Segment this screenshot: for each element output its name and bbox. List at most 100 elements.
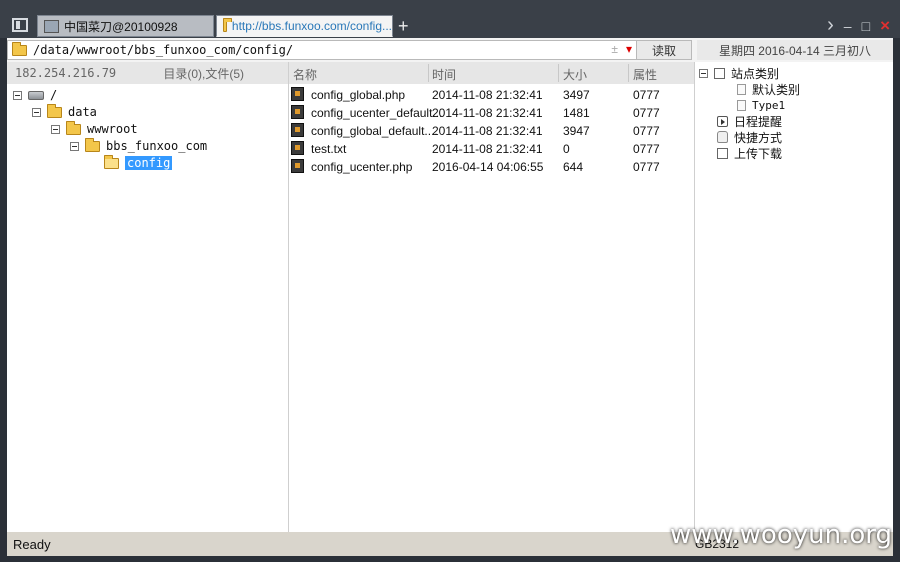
tree-node-default-category[interactable]: 默认类别 xyxy=(737,81,800,97)
address-path[interactable]: /data/wwwroot/bbs_funxoo_com/config/ xyxy=(33,43,293,57)
tree-node-label: 默认类别 xyxy=(752,82,801,97)
file-row[interactable]: config_ucenter.php 2016-04-14 04:06:55 6… xyxy=(289,158,694,176)
tree-node-type1[interactable]: Type1 xyxy=(737,97,785,113)
column-separator[interactable] xyxy=(558,64,559,82)
hand-icon xyxy=(717,131,728,143)
tree-node-wwwroot[interactable]: wwwroot xyxy=(51,120,138,137)
column-separator[interactable] xyxy=(628,64,629,82)
file-time: 2016-04-14 04:06:55 xyxy=(432,160,544,174)
column-separator[interactable] xyxy=(428,64,429,82)
tab-config-label: http://bbs.funxoo.com/config... xyxy=(231,19,392,33)
tree-node-bbs-funxoo-com[interactable]: bbs_funxoo_com xyxy=(70,137,208,154)
chevron-right-icon[interactable]: › xyxy=(827,14,834,37)
directory-tree-pane: 182.254.216.79 目录(0),文件(5) / data wwwroo… xyxy=(7,62,289,532)
folder-icon xyxy=(223,17,232,32)
dir-file-counts: 目录(0),文件(5) xyxy=(163,66,244,81)
watermark: www.wooyun.org xyxy=(669,520,892,550)
folder-icon xyxy=(47,103,62,118)
checkbox-icon[interactable] xyxy=(714,67,725,79)
file-list-header: 名称 时间 大小 属性 xyxy=(289,62,694,84)
file-name: config_global_default.... xyxy=(311,124,438,138)
schedule-icon xyxy=(717,115,728,127)
file-attr: 0777 xyxy=(633,124,660,138)
column-name[interactable]: 名称 xyxy=(293,66,317,83)
tree-node-root[interactable]: / xyxy=(13,87,57,103)
file-size: 3497 xyxy=(563,88,590,102)
tree-node-label: bbs_funxoo_com xyxy=(106,139,208,153)
document-icon xyxy=(737,83,746,95)
file-name: config_ucenter_default... xyxy=(311,106,443,120)
tree-node-config[interactable]: config xyxy=(104,154,173,171)
collapse-icon[interactable] xyxy=(13,90,22,100)
tab-config[interactable]: http://bbs.funxoo.com/config... xyxy=(216,15,393,37)
tree-node-shortcuts[interactable]: 快捷方式 xyxy=(717,129,782,145)
site-tree-pane: 站点类别 默认类别 Type1 日程提醒 快捷方式 上传下载 xyxy=(695,62,893,532)
column-time[interactable]: 时间 xyxy=(432,66,456,83)
tree-node-schedule[interactable]: 日程提醒 xyxy=(717,113,782,129)
tree-node-label: 站点类别 xyxy=(731,66,780,81)
tree-node-label: 上传下载 xyxy=(734,146,783,161)
file-size: 0 xyxy=(563,142,570,156)
tree-node-label: wwwroot xyxy=(87,122,138,136)
file-name: config_global.php xyxy=(311,88,406,102)
maximize-button[interactable]: □ xyxy=(862,18,870,34)
file-row[interactable]: test.txt 2014-11-08 21:32:41 0 0777 xyxy=(289,140,694,158)
file-row[interactable]: config_ucenter_default... 2014-11-08 21:… xyxy=(289,104,694,122)
text-file-icon xyxy=(291,141,304,155)
tree-node-label: Type1 xyxy=(752,98,786,112)
minimize-button[interactable]: – xyxy=(844,18,852,34)
php-file-icon xyxy=(291,159,304,173)
tab-home[interactable]: 中国菜刀@20100928 xyxy=(37,15,214,37)
tree-node-label: 快捷方式 xyxy=(734,130,783,145)
folder-icon xyxy=(12,41,27,56)
tree-node-label: / xyxy=(50,88,58,102)
file-time: 2014-11-08 21:32:41 xyxy=(432,142,543,156)
address-bar[interactable]: /data/wwwroot/bbs_funxoo_com/config/ ± ▾ xyxy=(7,40,637,60)
tree-node-data[interactable]: data xyxy=(32,103,97,120)
folder-icon xyxy=(66,120,81,135)
column-attr[interactable]: 属性 xyxy=(633,66,657,83)
tree-node-site-category[interactable]: 站点类别 xyxy=(699,65,779,81)
file-name: test.txt xyxy=(311,142,347,156)
folder-icon xyxy=(85,137,100,152)
file-time: 2014-11-08 21:32:41 xyxy=(432,106,543,120)
php-file-icon xyxy=(291,87,304,101)
collapse-icon[interactable] xyxy=(32,107,41,117)
client-area: /data/wwwroot/bbs_funxoo_com/config/ ± ▾… xyxy=(7,38,893,556)
chevron-down-icon[interactable]: ▾ xyxy=(626,42,632,56)
column-size[interactable]: 大小 xyxy=(563,66,587,83)
file-list-pane: 名称 时间 大小 属性 config_global.php 2014-11-08… xyxy=(289,62,695,532)
collapse-icon[interactable] xyxy=(699,68,708,78)
open-folder-icon xyxy=(104,154,119,169)
file-time: 2014-11-08 21:32:41 xyxy=(432,88,543,102)
file-size: 1481 xyxy=(563,106,590,120)
file-name: config_ucenter.php xyxy=(311,160,413,174)
collapse-icon[interactable] xyxy=(70,141,79,151)
close-button[interactable]: × xyxy=(880,16,890,36)
new-tab-button[interactable]: + xyxy=(398,16,409,37)
tab-page-icon xyxy=(44,19,59,33)
drive-icon xyxy=(28,90,44,100)
file-time: 2014-11-08 21:32:41 xyxy=(432,124,543,138)
app-menu-icon[interactable] xyxy=(12,18,28,32)
file-attr: 0777 xyxy=(633,106,660,120)
tree-header: 182.254.216.79 目录(0),文件(5) xyxy=(7,62,288,84)
file-row[interactable]: config_global_default.... 2014-11-08 21:… xyxy=(289,122,694,140)
title-bar: 中国菜刀@20100928 http://bbs.funxoo.com/conf… xyxy=(0,0,900,38)
file-size: 3947 xyxy=(563,124,590,138)
php-file-icon xyxy=(291,123,304,137)
plus-minus-icon[interactable]: ± xyxy=(611,42,618,56)
app-window: 中国菜刀@20100928 http://bbs.funxoo.com/conf… xyxy=(0,0,900,562)
file-row[interactable]: config_global.php 2014-11-08 21:32:41 34… xyxy=(289,86,694,104)
tree-node-upload-download[interactable]: 上传下载 xyxy=(717,145,782,161)
tree-node-label: config xyxy=(125,156,173,170)
tree-node-label: 日程提醒 xyxy=(734,114,783,129)
date-display: 星期四 2016-04-14 三月初八 xyxy=(697,40,893,60)
server-ip: 182.254.216.79 xyxy=(15,66,117,80)
file-attr: 0777 xyxy=(633,88,660,102)
file-attr: 0777 xyxy=(633,160,660,174)
status-text: Ready xyxy=(13,536,51,552)
read-button[interactable]: 读取 xyxy=(636,40,692,60)
collapse-icon[interactable] xyxy=(51,124,60,134)
php-file-icon xyxy=(291,105,304,119)
